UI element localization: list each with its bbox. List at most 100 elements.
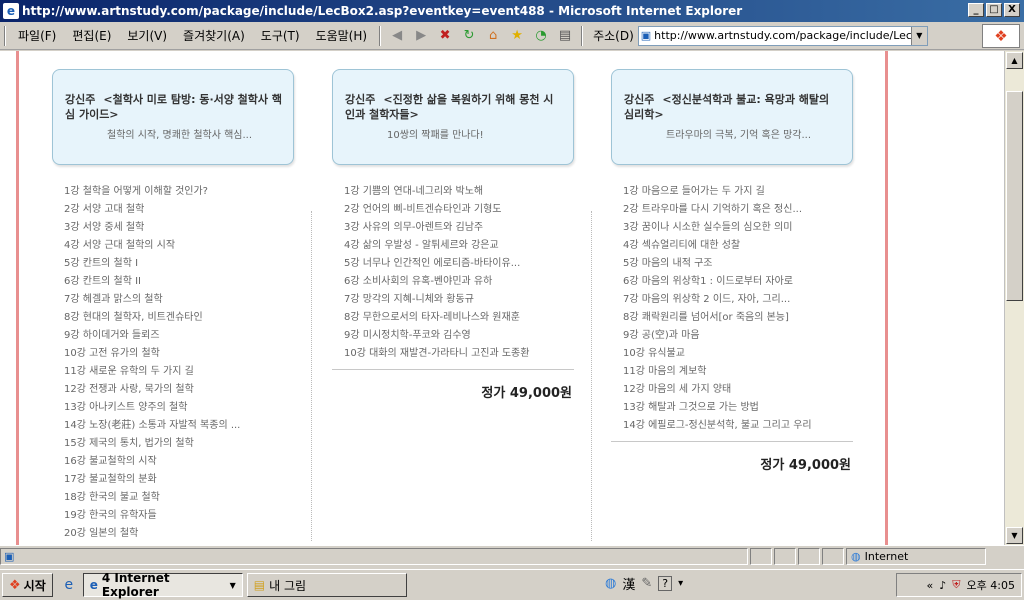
page-icon: ▣ xyxy=(640,29,652,42)
ime-options-icon[interactable]: ▾ xyxy=(678,578,683,589)
course-title[interactable]: 강신주 <철학사 미로 탐방: 동·서양 철학사 핵심 가이드> xyxy=(65,92,283,122)
start-button[interactable]: ❖ 시작 xyxy=(2,573,53,597)
lesson-item[interactable]: 4강 삶의 우발성 - 알튀세르와 강은교 xyxy=(332,237,574,255)
lesson-item[interactable]: 1강 철학을 어떻게 이해할 것인가? xyxy=(52,183,294,201)
course-header-box[interactable]: 강신주 <정신분석학과 불교: 욕망과 해탈의 심리학> 트라우마의 극복, 기억… xyxy=(611,69,853,165)
lesson-item[interactable]: 9강 하이데거와 들뢰즈 xyxy=(52,327,294,345)
course-subtitle: 트라우마의 극복, 기억 혹은 망각... xyxy=(666,130,812,141)
lesson-item[interactable]: 13강 해탈과 그것으로 가는 방법 xyxy=(611,399,853,417)
language-globe-icon[interactable]: ◍ xyxy=(605,576,616,591)
lesson-item[interactable]: 7강 마음의 위상학 2 이드, 자아, 그리... xyxy=(611,291,853,309)
volume-icon[interactable]: ♪ xyxy=(939,579,946,592)
lesson-item[interactable]: 18강 한국의 불교 철학 xyxy=(52,489,294,507)
lesson-item[interactable]: 5강 칸트의 철학 I xyxy=(52,255,294,273)
lesson-item[interactable]: 6강 마음의 위상학1 : 이드로부터 자아로 xyxy=(611,273,853,291)
forward-icon[interactable]: ▶ xyxy=(412,27,430,45)
stop-icon[interactable]: ✖ xyxy=(436,27,454,45)
lesson-item[interactable]: 8강 쾌락원리를 넘어서[or 죽음의 본능] xyxy=(611,309,853,327)
lesson-item[interactable]: 5강 너무나 인간적인 에로티즘-바타이유... xyxy=(332,255,574,273)
status-cell xyxy=(774,548,796,565)
lesson-item[interactable]: 3강 사유의 의무-아렌트와 김남주 xyxy=(332,219,574,237)
security-shield-icon[interactable]: ⛨ xyxy=(952,578,960,592)
lesson-item[interactable]: 2강 언어의 삐-비트겐슈타인과 기형도 xyxy=(332,201,574,219)
menu-file[interactable]: 파일(F) xyxy=(10,27,64,44)
lesson-item[interactable]: 15강 제국의 통치, 법가의 철학 xyxy=(52,435,294,453)
taskbar-ie-group[interactable]: e 4 Internet Explorer ▼ xyxy=(82,571,243,599)
lesson-item[interactable]: 2강 서양 고대 철학 xyxy=(52,201,294,219)
taskbar-paint[interactable]: ▤ 내 그림 xyxy=(246,573,407,597)
address-input[interactable]: ▣ http://www.artnstudy.com/package/inclu… xyxy=(637,25,928,46)
status-cell xyxy=(750,548,772,565)
lesson-item[interactable]: 4강 서양 근대 철학의 시작 xyxy=(52,237,294,255)
menu-favorites[interactable]: 즐겨찾기(A) xyxy=(175,27,253,44)
menu-help[interactable]: 도움말(H) xyxy=(308,27,376,44)
lesson-item[interactable]: 10강 유식불교 xyxy=(611,345,853,363)
menu-tools[interactable]: 도구(T) xyxy=(253,27,308,44)
menu-toolbar-bar: 파일(F) 편집(E) 보기(V) 즐겨찾기(A) 도구(T) 도움말(H) ◀… xyxy=(0,22,1024,50)
tray-expand-icon[interactable]: « xyxy=(927,579,934,592)
lesson-item[interactable]: 6강 칸트의 철학 II xyxy=(52,273,294,291)
course-header-box[interactable]: 강신주 <진정한 삶을 복원하기 위해 몽천 시인과 철학자들> 10쌍의 짝패를… xyxy=(332,69,574,165)
lesson-item[interactable]: 16강 불교철학의 시작 xyxy=(52,453,294,471)
windows-logo-icon: ❖ xyxy=(982,24,1020,48)
clock[interactable]: 오후 4:05 xyxy=(967,577,1015,593)
lesson-item[interactable]: 14강 에필로그-정신분석학, 불교 그리고 우리 xyxy=(611,417,853,435)
lesson-item[interactable]: 17강 불교철학의 분화 xyxy=(52,471,294,489)
lesson-item[interactable]: 4강 섹슈얼리티에 대한 성찰 xyxy=(611,237,853,255)
lesson-item[interactable]: 8강 무한으로서의 타자-레비나스와 원재훈 xyxy=(332,309,574,327)
lesson-item[interactable]: 12강 마음의 세 가지 양태 xyxy=(611,381,853,399)
address-dropdown-icon[interactable]: ▼ xyxy=(910,26,927,45)
status-text-cell: ▣ xyxy=(0,548,748,565)
lesson-item[interactable]: 11강 새로운 유학의 두 가지 길 xyxy=(52,363,294,381)
history-icon[interactable]: ◔ xyxy=(532,27,550,45)
lesson-item[interactable]: 10강 고전 유가의 철학 xyxy=(52,345,294,363)
lesson-item[interactable]: 11강 마음의 계보학 xyxy=(611,363,853,381)
lesson-item[interactable]: 1강 마음으로 들어가는 두 가지 길 xyxy=(611,183,853,201)
vertical-scrollbar[interactable]: ▲ ▼ xyxy=(1004,51,1024,545)
ime-tool-icon[interactable]: ✎ xyxy=(641,576,652,591)
quicklaunch-ie-icon[interactable]: e xyxy=(59,575,79,595)
scroll-up-icon[interactable]: ▲ xyxy=(1006,52,1023,69)
menu-view[interactable]: 보기(V) xyxy=(119,27,175,44)
lesson-item[interactable]: 19강 한국의 유학자들 xyxy=(52,507,294,525)
lesson-item[interactable]: 8강 현대의 철학자, 비트겐슈타인 xyxy=(52,309,294,327)
refresh-icon[interactable]: ↻ xyxy=(460,27,478,45)
scroll-down-icon[interactable]: ▼ xyxy=(1006,527,1023,544)
help-icon[interactable]: ? xyxy=(658,576,673,591)
favorites-star-icon[interactable]: ★ xyxy=(508,27,526,45)
lesson-item[interactable]: 9강 미시정치학-푸코와 김수영 xyxy=(332,327,574,345)
lesson-item[interactable]: 7강 헤겔과 맑스의 철학 xyxy=(52,291,294,309)
lesson-item[interactable]: 12강 전쟁과 사랑, 묵가의 철학 xyxy=(52,381,294,399)
course-title[interactable]: 강신주 <진정한 삶을 복원하기 위해 몽천 시인과 철학자들> xyxy=(345,92,563,122)
lesson-item[interactable]: 14강 노장(老莊) 소통과 자발적 복종의 ... xyxy=(52,417,294,435)
zone-label: Internet xyxy=(864,550,909,563)
course-header-box[interactable]: 강신주 <철학사 미로 탐방: 동·서양 철학사 핵심 가이드> 철학의 시작, … xyxy=(52,69,294,165)
course-title[interactable]: 강신주 <정신분석학과 불교: 욕망과 해탈의 심리학> xyxy=(624,92,842,122)
maximize-button[interactable]: □ xyxy=(986,3,1002,17)
lesson-item[interactable]: 9강 공(空)과 마음 xyxy=(611,327,853,345)
window-titlebar: e http://www.artnstudy.com/package/inclu… xyxy=(0,0,1024,22)
browser-viewport: 강신주 <철학사 미로 탐방: 동·서양 철학사 핵심 가이드> 철학의 시작, … xyxy=(0,51,1004,545)
lesson-item[interactable]: 20강 일본의 철학 xyxy=(52,525,294,543)
column-divider xyxy=(311,211,312,541)
lesson-item[interactable]: 3강 꿈이나 시소한 실수들의 심오한 의미 xyxy=(611,219,853,237)
lesson-item[interactable]: 5강 마음의 내적 구조 xyxy=(611,255,853,273)
lesson-item[interactable]: 3강 서양 중세 철학 xyxy=(52,219,294,237)
lesson-item[interactable]: 7강 망각의 지혜-니체와 황동규 xyxy=(332,291,574,309)
ie-logo-icon: e xyxy=(3,3,19,19)
lesson-item[interactable]: 1강 기쁨의 연대-네그리와 박노해 xyxy=(332,183,574,201)
scroll-thumb[interactable] xyxy=(1006,91,1023,301)
price-divider xyxy=(611,441,853,442)
lesson-item[interactable]: 13강 아나키스트 양주의 철학 xyxy=(52,399,294,417)
lesson-item[interactable]: 2강 트라우마를 다시 기억하기 혹은 정신... xyxy=(611,201,853,219)
menu-edit[interactable]: 편집(E) xyxy=(64,27,119,44)
ime-hanja[interactable]: 漢 xyxy=(622,574,635,593)
print-icon[interactable]: ▤ xyxy=(556,27,574,45)
back-icon[interactable]: ◀ xyxy=(388,27,406,45)
minimize-button[interactable]: _ xyxy=(968,3,984,17)
course-subtitle: 철학의 시작, 명쾌한 철학사 핵심... xyxy=(107,130,253,141)
lesson-item[interactable]: 6강 소비사회의 유혹-벤야민과 유하 xyxy=(332,273,574,291)
lesson-item[interactable]: 10강 대화의 재발견-가라타니 고진과 도종환 xyxy=(332,345,574,363)
home-icon[interactable]: ⌂ xyxy=(484,27,502,45)
close-button[interactable]: X xyxy=(1004,3,1020,17)
